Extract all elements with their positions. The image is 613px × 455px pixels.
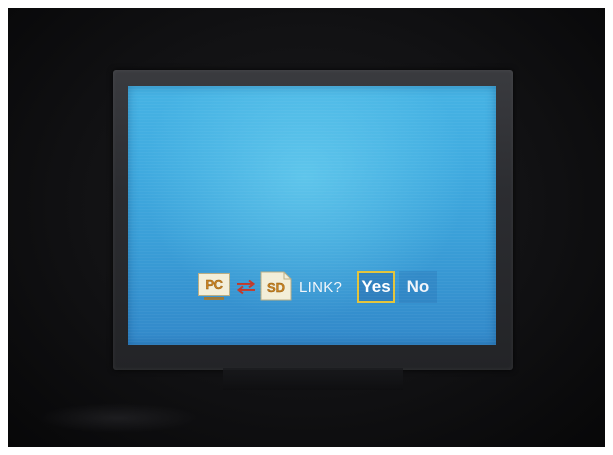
- pc-icon-stand: [204, 297, 224, 300]
- lcd-screen: PC SD LINK? Yes No: [128, 86, 496, 345]
- pc-icon-box: PC: [198, 273, 230, 296]
- floor-reflection: [38, 403, 198, 433]
- sd-icon-label: SD: [267, 280, 285, 295]
- sd-card-icon: SD: [260, 271, 292, 301]
- pc-computer-icon: PC: [198, 273, 230, 301]
- monitor-stand: [223, 368, 403, 390]
- photo-frame: PC SD LINK? Yes No: [8, 8, 605, 447]
- pc-link-dialog: PC SD LINK? Yes No: [194, 269, 444, 309]
- bidirectional-arrows-icon: [235, 279, 257, 295]
- yes-button[interactable]: Yes: [357, 271, 395, 303]
- link-question-label: LINK?: [299, 279, 343, 296]
- pc-icon-label: PC: [205, 277, 223, 292]
- no-button[interactable]: No: [399, 271, 437, 303]
